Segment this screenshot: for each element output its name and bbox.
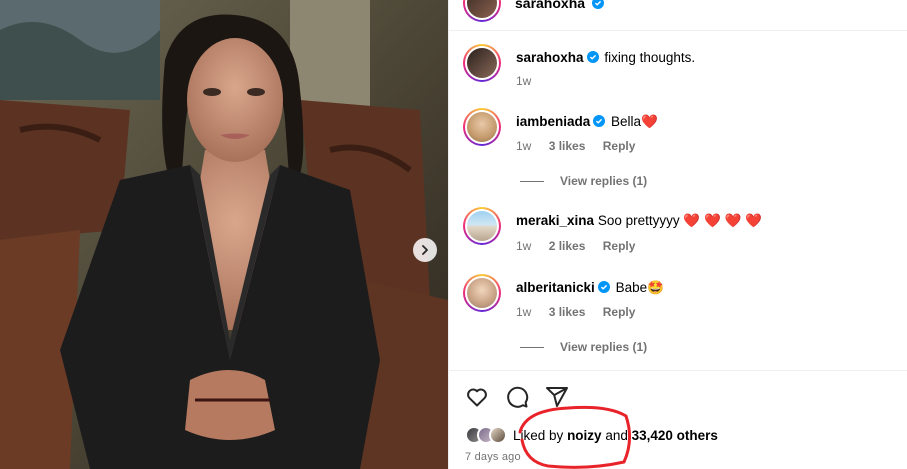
comment-meta: 1w 3 likes Reply: [516, 139, 649, 153]
comment-emoji: ❤️ ❤️ ❤️ ❤️: [683, 213, 762, 228]
post-header: sarahoxha: [449, 0, 907, 31]
verified-badge-icon: [597, 281, 610, 293]
likes-summary: Liked by noizy and 33,420 others: [465, 426, 718, 444]
comment-emoji: 🤩: [647, 280, 664, 295]
comment-text: Babe: [615, 280, 648, 295]
post-photo-illustration: [0, 0, 448, 469]
comment-time: 1w: [516, 139, 532, 153]
view-replies-button[interactable]: View replies (1): [520, 340, 647, 354]
likes-count[interactable]: 33,420 others: [632, 428, 718, 443]
comments-panel: sarahoxha sarahoxha fixing thoughts. 1w …: [448, 0, 907, 469]
caption-text: fixing thoughts.: [604, 50, 696, 65]
comment-username[interactable]: iambeniada: [516, 114, 590, 129]
footer-divider: [449, 370, 907, 371]
caption-meta: 1w: [516, 74, 545, 88]
caption-time: 1w: [516, 74, 532, 88]
reply-button[interactable]: Reply: [603, 239, 636, 253]
comment-username[interactable]: alberitanicki: [516, 280, 595, 295]
comment-text: Soo prettyyyy: [597, 213, 680, 228]
heart-icon[interactable]: [465, 385, 489, 409]
carousel-next-button[interactable]: [413, 238, 437, 262]
comment-avatar[interactable]: [463, 274, 501, 312]
comment-username[interactable]: meraki_xina: [516, 213, 594, 228]
likes-text: Liked by noizy and 33,420 others: [513, 427, 718, 443]
comment-emoji: ❤️: [641, 114, 658, 129]
comment-likes[interactable]: 3 likes: [549, 305, 586, 319]
comment-icon[interactable]: [505, 385, 529, 409]
replies-divider: [520, 346, 544, 348]
paper-plane-icon[interactable]: [545, 385, 569, 409]
verified-badge-icon: [591, 0, 604, 9]
caption-avatar[interactable]: [463, 44, 501, 82]
comment-meta: 1w 2 likes Reply: [516, 239, 649, 253]
comment-likes[interactable]: 3 likes: [549, 139, 586, 153]
liker-avatar[interactable]: [489, 426, 507, 444]
comment-time: 1w: [516, 305, 532, 319]
comment-text: Bella: [611, 114, 642, 129]
caption-username[interactable]: sarahoxha: [516, 50, 584, 65]
reply-button[interactable]: Reply: [603, 305, 636, 319]
comment-avatar[interactable]: [463, 207, 501, 245]
post-actions: [465, 385, 569, 409]
comment-meta: 1w 3 likes Reply: [516, 305, 649, 319]
replies-divider: [520, 180, 544, 182]
liker-username[interactable]: noizy: [567, 428, 602, 443]
author-avatar[interactable]: [463, 0, 501, 22]
post-timestamp: 7 days ago: [465, 451, 521, 463]
verified-badge-icon: [586, 51, 599, 63]
comment-time: 1w: [516, 239, 532, 253]
comment-avatar[interactable]: [463, 108, 501, 146]
post-image[interactable]: [0, 0, 448, 469]
comment-likes[interactable]: 2 likes: [549, 239, 586, 253]
view-replies-button[interactable]: View replies (1): [520, 174, 647, 188]
reply-button[interactable]: Reply: [603, 139, 636, 153]
chevron-right-icon: [422, 245, 428, 255]
verified-badge-icon: [593, 115, 606, 127]
author-username[interactable]: sarahoxha: [515, 0, 606, 11]
